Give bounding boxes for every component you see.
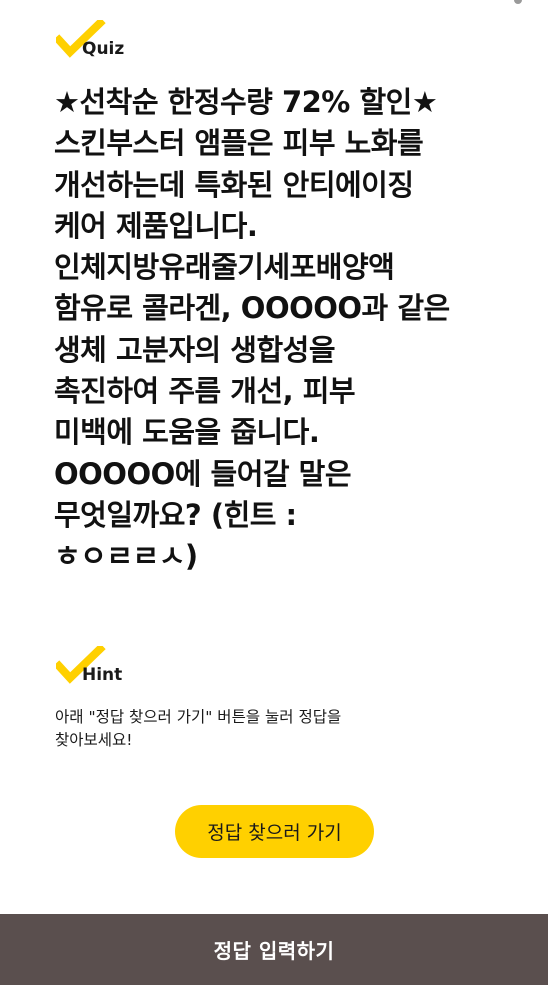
submit-answer-bar[interactable]: 정답 입력하기 — [0, 914, 548, 985]
hint-label-row: Hint — [56, 646, 176, 686]
submit-answer-label: 정답 입력하기 — [213, 939, 335, 963]
find-answer-button[interactable]: 정답 찾으러 가기 — [175, 805, 374, 858]
quiz-question: ★선착순 한정수량 72% 할인★ 스킨부스터 앰플은 피부 노화를 개선하는데… — [54, 85, 450, 574]
quiz-label: Quiz — [82, 39, 125, 59]
hint-label: Hint — [82, 665, 123, 685]
quiz-label-row: Quiz — [56, 20, 176, 60]
find-answer-button-label: 정답 찾으러 가기 — [207, 822, 342, 844]
status-indicator-dot — [514, 0, 522, 4]
hint-text: 아래 "정답 찾으러 가기" 버튼을 눌러 정답을 찾아보세요! — [55, 708, 342, 749]
